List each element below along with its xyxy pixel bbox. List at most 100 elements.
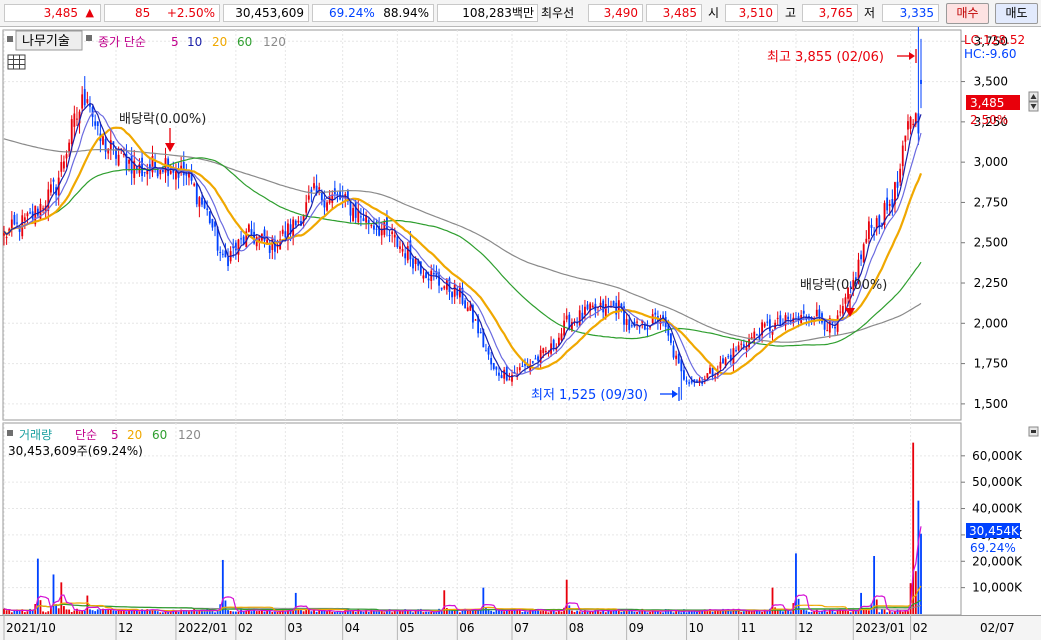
- candle-body: [26, 213, 29, 217]
- candle-body: [240, 238, 242, 240]
- low-price: 3,335: [899, 6, 934, 20]
- open-label: 시: [708, 6, 720, 20]
- volume-bar: [742, 611, 745, 614]
- candle-body: [888, 203, 891, 206]
- candle-body: [68, 142, 71, 152]
- volume-bar: [315, 611, 318, 614]
- volume-bar: [190, 611, 193, 614]
- vma20-label: 20: [127, 428, 142, 442]
- volume-bar: [492, 611, 495, 614]
- month-label: 08: [569, 621, 584, 635]
- candle-body: [268, 245, 271, 253]
- candle-body: [740, 343, 743, 345]
- volume-collapse-icon[interactable]: [7, 430, 13, 436]
- month-label: 09: [629, 621, 644, 635]
- dividend-label-2: 배당락(0.00%): [800, 278, 887, 293]
- price-tick-label: 3,000: [974, 155, 1008, 169]
- volume-bar: [44, 612, 47, 614]
- candle-body: [630, 325, 633, 327]
- candle-body: [404, 253, 407, 259]
- volume-bar: [263, 611, 266, 614]
- candle-body: [901, 145, 904, 167]
- candle-body: [193, 183, 196, 186]
- volume-bar: [761, 611, 763, 614]
- volume-bar: [805, 610, 808, 614]
- candle-body: [73, 113, 76, 127]
- volume-bar: [320, 610, 323, 614]
- price-tick-label: 3,500: [974, 75, 1008, 89]
- candle-body: [172, 170, 175, 173]
- volume-bar: [766, 611, 769, 614]
- collapse-icon[interactable]: [7, 36, 13, 42]
- candle-body: [393, 234, 396, 238]
- candle-body: [422, 275, 425, 279]
- buy-button[interactable]: 매수: [946, 3, 989, 24]
- month-label: 2023/01: [855, 621, 905, 635]
- volume-bar: [466, 610, 469, 614]
- volume-bar: [646, 612, 649, 614]
- candle-body: [742, 344, 745, 347]
- scroll-up-icon[interactable]: [1028, 91, 1039, 102]
- candle-body: [169, 170, 172, 174]
- volume-bar: [237, 611, 240, 614]
- volume-bar: [901, 611, 904, 614]
- volume-bar: [847, 611, 849, 614]
- candle-body: [320, 192, 323, 201]
- volume-bar: [112, 610, 115, 614]
- price-tick-label: 2,750: [974, 195, 1008, 209]
- candle-body: [310, 189, 313, 192]
- candle-body: [96, 121, 99, 126]
- candle-body: [688, 382, 691, 384]
- volume-bar: [917, 500, 920, 614]
- volume-bar: [391, 612, 394, 614]
- volume-bar: [576, 610, 579, 614]
- candle-body: [677, 353, 680, 364]
- candle-body: [76, 118, 78, 120]
- candle-body: [102, 136, 104, 145]
- ma5-label: 5: [171, 35, 179, 49]
- volume-bar: [878, 612, 881, 614]
- candle-body: [70, 119, 73, 144]
- volume-bar: [250, 611, 253, 614]
- ma10-label: 10: [187, 35, 202, 49]
- volume-bar: [227, 610, 229, 614]
- volume-bar: [547, 612, 550, 614]
- price-tick-label: 2,000: [974, 316, 1008, 330]
- volume-bar: [633, 611, 636, 614]
- open-box: 3,510: [725, 4, 778, 22]
- volume-bar: [860, 592, 862, 614]
- volume-bar: [10, 612, 13, 614]
- volume-bar: [255, 611, 258, 614]
- volume-bar: [826, 611, 829, 614]
- volume-bar: [573, 611, 576, 614]
- candle-body: [474, 319, 477, 321]
- volume-bar: [373, 611, 375, 614]
- high-price: 3,765: [818, 6, 853, 20]
- candle-body: [16, 222, 18, 224]
- volume-bar: [5, 610, 8, 614]
- candle-body: [36, 208, 39, 216]
- scroll-down-icon[interactable]: [1028, 101, 1039, 112]
- sell-button[interactable]: 매도: [995, 3, 1038, 24]
- candle-body: [466, 307, 469, 312]
- candle-body: [159, 169, 162, 175]
- candle-body: [763, 323, 766, 327]
- candle-body: [195, 183, 198, 205]
- candle-body: [396, 236, 399, 247]
- panel-close-icon[interactable]: [1028, 426, 1039, 437]
- candle-body: [117, 154, 120, 166]
- month-label: 11: [741, 621, 756, 635]
- high-label: 고: [785, 6, 797, 20]
- candle-body: [115, 150, 117, 159]
- candle-body: [479, 332, 482, 334]
- candle-body: [354, 202, 357, 218]
- vma5-label: 5: [111, 428, 119, 442]
- ratio-box: 69.24% 88.94%: [312, 4, 434, 22]
- candle-body: [735, 350, 737, 352]
- volume-ratio: 69.24%: [329, 6, 375, 20]
- volume-bar: [638, 611, 641, 614]
- candle-body: [5, 237, 8, 239]
- candle-body: [443, 286, 446, 289]
- volume-bar: [521, 612, 524, 614]
- grid-icon[interactable]: [7, 54, 26, 70]
